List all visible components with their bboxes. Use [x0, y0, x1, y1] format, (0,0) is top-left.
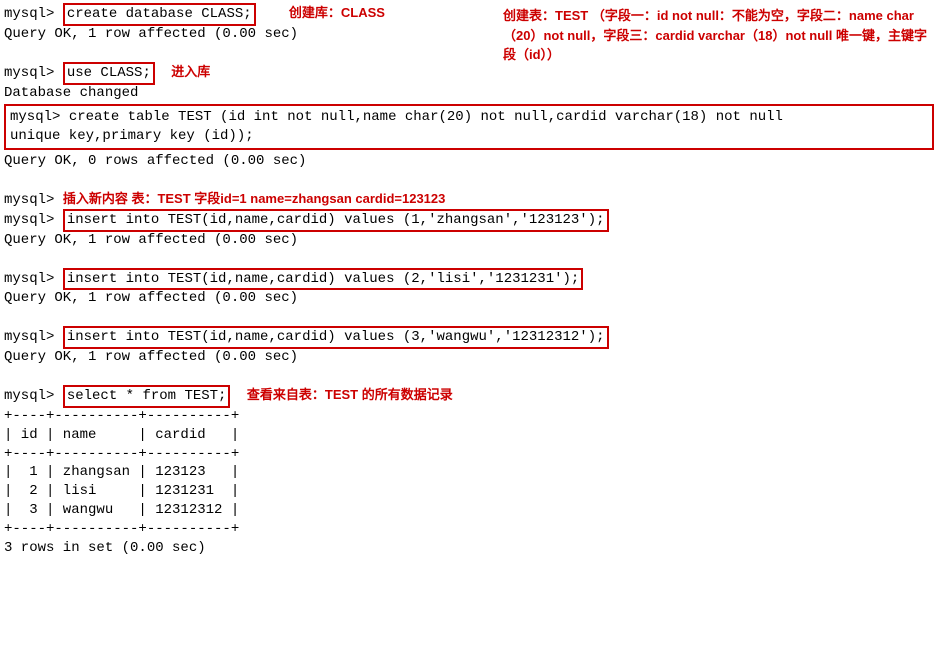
- mysql-prompt: mysql>: [4, 65, 54, 81]
- response-rows-in-set: 3 rows in set (0.00 sec): [4, 539, 943, 558]
- line-insert-1: mysql> insert into TEST(id,name,cardid) …: [4, 210, 943, 231]
- blank-4: [4, 308, 943, 327]
- line-create-table-1: mysql> create table TEST (id int not nul…: [10, 108, 928, 127]
- line-select: mysql> select * from TEST; 查看来自表：TEST 的所…: [4, 386, 943, 407]
- result-table: +----+----------+----------+ | id | name…: [4, 407, 943, 539]
- response-zero-rows: Query OK, 0 rows affected (0.00 sec): [4, 152, 943, 171]
- line-insert-3: mysql> insert into TEST(id,name,cardid) …: [4, 327, 943, 348]
- cmd-create-table-l1: create table TEST (id int not null,name …: [69, 109, 783, 125]
- response-one-row-4: Query OK, 1 row affected (0.00 sec): [4, 348, 943, 367]
- cmd-create-db: create database CLASS;: [63, 3, 256, 26]
- cmd-create-table-box: mysql> create table TEST (id int not nul…: [4, 104, 934, 150]
- blank-5: [4, 367, 943, 386]
- mysql-prompt: mysql>: [4, 329, 54, 345]
- annotation-use-db: 进入库: [171, 64, 210, 79]
- blank-3: [4, 250, 943, 269]
- mysql-prompt: mysql>: [10, 109, 60, 125]
- mysql-prompt: mysql>: [4, 212, 54, 228]
- mysql-prompt: mysql>: [4, 271, 54, 287]
- response-one-row-2: Query OK, 1 row affected (0.00 sec): [4, 231, 943, 250]
- cmd-insert-2: insert into TEST(id,name,cardid) values …: [63, 268, 583, 291]
- mysql-prompt: mysql>: [4, 6, 54, 22]
- line-insert-intro: mysql> 插入新内容 表：TEST 字段id=1 name=zhangsan…: [4, 190, 943, 210]
- cmd-insert-3: insert into TEST(id,name,cardid) values …: [63, 326, 609, 349]
- mysql-prompt: mysql>: [4, 388, 54, 404]
- cmd-insert-1: insert into TEST(id,name,cardid) values …: [63, 209, 609, 232]
- annotation-create-db: 创建库：CLASS: [289, 5, 385, 20]
- annotation-select: 查看来自表：TEST 的所有数据记录: [247, 387, 453, 402]
- line-insert-2: mysql> insert into TEST(id,name,cardid) …: [4, 269, 943, 290]
- response-one-row-1: Query OK, 1 row affected (0.00 sec): [4, 25, 943, 44]
- response-one-row-3: Query OK, 1 row affected (0.00 sec): [4, 289, 943, 308]
- mysql-prompt: mysql>: [4, 192, 54, 208]
- response-db-changed: Database changed: [4, 84, 943, 103]
- blank-2: [4, 171, 943, 190]
- line-create-db: mysql> create database CLASS; 创建库：CLASS: [4, 4, 943, 25]
- annotation-insert-intro: 插入新内容 表：TEST 字段id=1 name=zhangsan cardid…: [63, 191, 446, 206]
- cmd-select: select * from TEST;: [63, 385, 231, 408]
- cmd-create-table-l2: unique key,primary key (id));: [10, 127, 928, 146]
- line-use-db: mysql> use CLASS; 进入库: [4, 63, 943, 84]
- blank-1: [4, 44, 943, 63]
- cmd-use-db: use CLASS;: [63, 62, 155, 85]
